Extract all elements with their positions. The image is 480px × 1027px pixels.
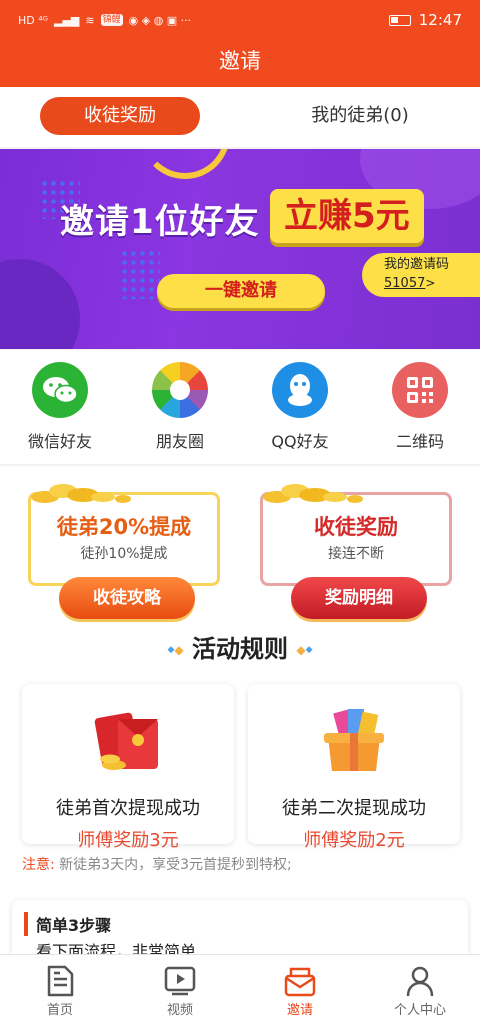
notice-label: 注意: [22,857,55,873]
tab-invite[interactable]: 邀请 [240,955,360,1027]
notice-text: 新徒弟3天内，享受3元首提秒到特权; [59,857,292,873]
rules-notice: 注意: 新徒弟3天内，享受3元首提秒到特权; [22,854,292,874]
person-icon [406,966,434,997]
tab-video[interactable]: 视频 [120,955,240,1027]
invite-code-label: 我的邀请码 [384,257,450,272]
rules-heading: ◆◆ 活动规则 ◆◆ [0,626,480,676]
network-indicator: HD ⁴ᴳ [18,13,49,27]
status-icons: HD ⁴ᴳ ▂▄▆ ≋ 锦鲤 ◉ ◈ ◍ ▣ ··· [18,14,191,27]
steps-title: 简单3步骤 [24,912,111,936]
share-moments[interactable]: 朋友圈 [132,362,228,452]
share-options: 微信好友 朋友圈 QQ好友 二维码 [0,350,480,464]
share-wechat-friends[interactable]: 微信好友 [12,362,108,452]
share-label: 微信好友 [27,432,92,451]
diamond-icon: ◆ [305,645,313,655]
rule-reward: 师傅奖励3元 [77,830,179,851]
qq-icon [272,362,328,418]
notification-icons: ◉ ◈ ◍ ▣ ··· [128,13,192,27]
card-subtitle: 徒孙10%提成 [80,546,168,562]
rules-title: 活动规则 [192,635,288,663]
tab-home[interactable]: 首页 [0,955,120,1027]
invite-code-value: 51057 [384,276,426,291]
wifi-icon: ≋ [85,13,95,27]
tab-label: 视频 [166,1003,193,1018]
invite-envelope-icon [284,967,316,997]
banner-decoration [0,259,80,349]
qrcode-icon [392,362,448,418]
banner-headline: 邀请1位好友 [60,202,260,242]
card-subtitle: 接连不断 [328,546,384,562]
tab-my-apprentices[interactable]: 我的徒弟(0) [280,97,440,135]
home-document-icon [47,965,74,997]
apprentice-guide-button[interactable]: 收徒攻略 [59,577,195,619]
status-bar: HD ⁴ᴳ ▂▄▆ ≋ 锦鲤 ◉ ◈ ◍ ▣ ··· 12:47 [0,0,480,40]
reward-cards: 徒弟20%提成 徒孙10%提成 收徒攻略 收徒奖励 接连不断 奖励明细 [0,466,480,626]
rule-card-second-withdraw: 徒弟二次提现成功 师傅奖励2元 [248,684,460,851]
rule-reward: 师傅奖励2元 [303,830,405,851]
card-title: 收徒奖励 [314,515,398,539]
tab-apprentice-reward[interactable]: 收徒奖励 [40,97,200,135]
commission-card: 徒弟20%提成 徒孙10%提成 收徒攻略 [28,484,220,619]
gift-box-icon [248,700,460,784]
rule-card-first-withdraw: 徒弟首次提现成功 师傅奖励3元 [22,684,234,851]
chevron-right-icon: > [425,276,436,290]
tab-label: 首页 [46,1003,73,1018]
moments-icon [152,362,208,418]
video-icon [164,966,196,996]
share-label: 朋友圈 [155,432,204,451]
steps-section: 简单3步骤 看下面流程，非常简单 [0,886,480,961]
coins-icon [263,484,363,503]
share-label: 二维码 [395,432,444,451]
diamond-icon: ◆ [296,643,306,657]
banner-reward-badge: 立赚5元 [270,189,424,243]
steps-card: 简单3步骤 看下面流程，非常简单 [12,900,468,961]
wechat-icon [32,362,88,418]
diamond-icon: ◆ [174,643,184,657]
banner-ring-decoration [140,149,230,179]
rule-condition: 徒弟首次提现成功 [56,798,200,819]
reward-details-button[interactable]: 奖励明细 [291,577,427,619]
invite-banner: 邀请1位好友 立赚5元 一键邀请 我的邀请码 51057> [0,149,480,349]
apprentice-reward-card: 收徒奖励 接连不断 奖励明细 [260,484,452,619]
one-click-invite-button[interactable]: 一键邀请 [157,274,325,308]
page-title: 邀请 [0,40,480,87]
coins-icon [31,484,131,503]
card-title: 徒弟20%提成 [56,515,192,539]
tab-profile[interactable]: 个人中心 [360,955,480,1027]
bottom-tab-bar: 首页 视频 邀请 个人中心 [0,954,480,1027]
tab-bar: 收徒奖励 我的徒弟(0) [0,87,480,147]
red-envelope-icon [22,700,234,784]
share-label: QQ好友 [271,432,329,451]
signal-icon: ▂▄▆ [54,13,80,27]
share-qrcode[interactable]: 二维码 [372,362,468,452]
tab-label: 个人中心 [393,1003,446,1018]
share-qq-friends[interactable]: QQ好友 [252,362,348,452]
status-time: 12:47 [418,11,462,29]
rule-condition: 徒弟二次提现成功 [282,798,426,819]
koi-chip: 锦鲤 [100,14,123,26]
battery-icon [388,14,411,26]
invite-code-box[interactable]: 我的邀请码 51057> [362,253,480,297]
rules-section: 徒弟首次提现成功 师傅奖励3元 徒弟二次提现成功 师傅奖励2元 注意: 新徒弟3… [0,676,480,886]
tab-label: 邀请 [286,1003,313,1018]
banner-dots-decoration [120,249,160,299]
